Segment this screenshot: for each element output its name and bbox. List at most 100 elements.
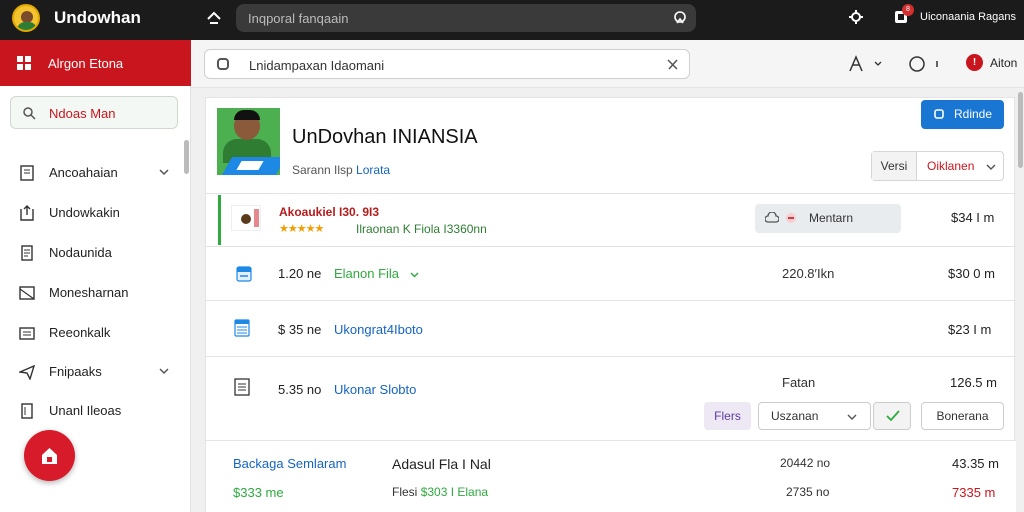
mention-label: Mentarn [809,211,854,225]
fees-value: $303 I Elana [420,485,489,499]
profile-subtitle-prefix: Sarann Ilsp [292,163,353,177]
top-bar: Undowhan 8 Uiconaania Ragans [0,0,1024,40]
font-style-button[interactable] [847,54,887,74]
search-icon [23,107,36,120]
folder-icon [19,327,35,340]
summary-description: Adasul Fla I Nal [392,456,491,472]
global-search[interactable] [236,4,696,32]
row-price: $30 0 m [948,266,995,281]
highlight-row[interactable]: Akoaukiel I30. 9I3 ★★★★★ Ilraonan K Fiol… [218,195,1015,245]
sidebar-item-6[interactable]: Unanl Ileoas [0,396,180,426]
summary-price: 43.35 m [952,456,999,471]
version-value: Oiklanen [927,159,975,173]
sidebar-item-label: Unanl Ileoas [49,403,122,418]
summary-metric: 2735 no [786,485,830,499]
edit-icon [934,109,944,119]
download-button[interactable]: Bonerana [921,402,1004,430]
divider [206,246,1016,247]
sidebar-scrollbar[interactable] [184,140,189,174]
list-icon [21,403,33,419]
sidebar-item-label: Reeonkalk [49,325,111,340]
status-button[interactable] [907,54,947,74]
sidebar: Alrgon Etona Ndoas Man Ancoahaian Undowk… [0,40,191,512]
notification-badge: 8 [902,4,914,16]
profile-title: UnDovhan INIANSIA [292,126,478,148]
sidebar-header[interactable]: Alrgon Etona [0,40,191,86]
summary-row: Backaga Semlaram $333 me Adasul Fla I Na… [206,440,1016,512]
profile-image [217,108,280,175]
sidebar-item-3[interactable]: Monesharnan [0,278,180,308]
highlight-thumbnail [231,205,261,231]
alert-button[interactable]: ! Aiton [964,52,1024,76]
app-logo[interactable] [12,4,40,32]
fab-button[interactable] [24,430,75,481]
divider [206,300,1016,301]
sidebar-search[interactable]: Ndoas Man [10,96,178,129]
row-quantity: 1.20 ne [278,266,322,281]
app-title: Undowhan [54,8,141,27]
profile-card: UnDovhan INIANSIA Sarann Ilsp Lorata Rdi… [205,97,1016,512]
approve-button[interactable] [873,402,911,430]
sidebar-item-2[interactable]: Nodaunida [0,238,180,268]
close-icon[interactable] [666,58,679,71]
user-select[interactable]: Uszanan [758,402,871,430]
document-icon [20,165,34,181]
sidebar-item-label: Fnipaaks [49,364,102,379]
calendar-icon [236,266,252,282]
global-search-input[interactable] [248,8,648,28]
document-search-input[interactable] [249,55,649,75]
divider [206,356,1016,357]
chevron-down-icon [847,414,857,420]
chevron-down-icon [986,164,996,170]
version-label: Versi [872,152,917,180]
file-icon [21,245,33,261]
main-scrollbar[interactable] [1018,92,1023,168]
lock-icon [42,448,57,464]
summary-name[interactable]: Backaga Semlaram [233,456,346,471]
grid-icon [17,56,31,70]
highlight-price: $34 I m [951,210,995,225]
sidebar-item-4[interactable]: Reeonkalk [0,318,180,348]
summary-metric: 20442 no [780,456,831,470]
edit-button[interactable]: Rdinde [921,100,1004,129]
version-select[interactable]: Versi Oiklanen [871,151,1004,181]
image-icon [19,286,35,300]
row-status: Fatan [782,375,816,390]
mention-button[interactable]: Mentarn [755,204,901,233]
sidebar-item-label: Ancoahaian [49,165,118,180]
row-name[interactable]: Ukonar Slobto [334,382,416,397]
profile-subtitle: Sarann Ilsp Lorata [292,163,390,177]
home-icon[interactable] [205,10,223,28]
minus-icon [786,213,796,223]
sidebar-item-0[interactable]: Ancoahaian [0,158,180,188]
alert-label: Aiton [990,56,1018,70]
spreadsheet-icon [234,319,250,337]
chevron-down-icon[interactable] [158,365,170,377]
sidebar-item-1[interactable]: Undowkakin [0,198,180,228]
sidebar-item-5[interactable]: Fnipaaks [0,357,180,387]
row-name[interactable]: Elanon Fila [334,266,399,281]
chevron-down-icon[interactable] [410,270,419,279]
sidebar-item-label: Monesharnan [49,285,129,300]
row-quantity: 5.35 no [278,382,322,397]
row-name[interactable]: Ukongrat4Iboto [334,322,423,337]
profile-subtitle-link[interactable]: Lorata [356,163,390,177]
user-select-label: Uszanan [771,409,819,423]
settings-icon[interactable] [848,9,864,25]
document-icon [234,378,250,396]
row-price: $23 I m [948,322,992,337]
highlight-title: Akoaukiel I30. 9I3 [279,205,380,219]
notification-button[interactable]: 8 [893,4,914,25]
fees-label: Flesi [392,485,418,499]
user-name[interactable]: Uiconaania Ragans [920,11,1016,23]
row-size: 220.8′Ikn [782,266,835,281]
alert-icon: ! [966,54,983,71]
cloud-icon [765,212,779,223]
sidebar-search-label: Ndoas Man [49,106,116,121]
summary-fees: Flesi $303 I Elana [392,485,488,499]
files-button[interactable]: Flers [704,402,751,430]
search-icon[interactable] [672,10,688,26]
divider [206,193,1016,194]
chevron-down-icon[interactable] [158,166,170,178]
document-search[interactable] [204,49,690,79]
